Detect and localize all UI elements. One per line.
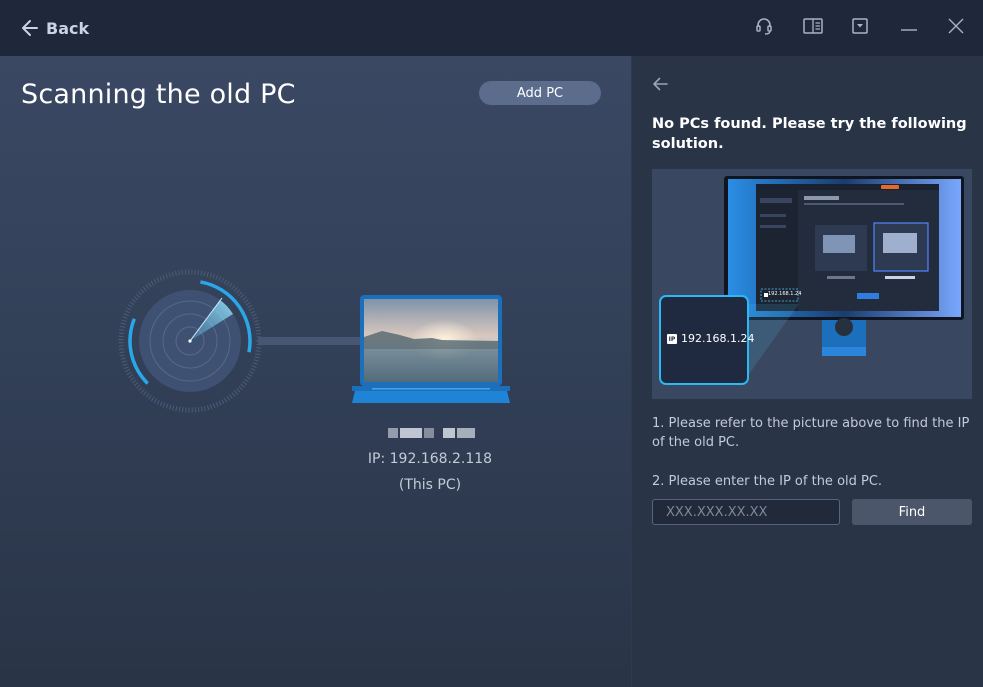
title-bar: Back — [0, 0, 983, 56]
arrow-left-icon[interactable] — [651, 75, 669, 93]
dropdown-menu-icon[interactable] — [848, 14, 872, 38]
laptop-icon — [352, 295, 510, 403]
ip-badge-small: IP — [668, 336, 676, 343]
scan-panel: Scanning the old PC Add PC IP: 192.168.2… — [0, 56, 631, 687]
arrow-left-icon — [22, 20, 38, 36]
illustration-ip-value: 192.168.1.24 — [681, 332, 755, 345]
illustration-small-ip-value: 192.168.1.24 — [768, 291, 802, 297]
manual-icon[interactable] — [801, 14, 825, 38]
old-pc-ip-input[interactable] — [652, 499, 840, 525]
add-pc-button[interactable]: Add PC — [479, 81, 601, 105]
solution-panel: No PCs found. Please try the following s… — [631, 56, 983, 687]
connection-line — [258, 337, 362, 345]
pc-name-blurred — [388, 424, 478, 442]
no-pcs-found-heading: No PCs found. Please try the following s… — [652, 116, 967, 152]
minimize-icon[interactable] — [897, 14, 921, 38]
instruction-step-2: 2. Please enter the IP of the old PC. — [652, 474, 883, 489]
close-icon[interactable] — [944, 14, 968, 38]
headset-icon[interactable] — [752, 14, 776, 38]
page-title: Scanning the old PC — [21, 79, 296, 110]
back-button[interactable]: Back — [20, 14, 89, 42]
pc-ip-address: IP: 192.168.2.118 — [367, 451, 493, 467]
instruction-step-1: 1. Please refer to the picture above to … — [652, 416, 970, 450]
back-label: Back — [46, 18, 90, 38]
find-button[interactable]: Find — [852, 499, 972, 525]
find-ip-illustration: IP 192.168.1.24 192.168.1.24 — [652, 169, 972, 399]
radar-scanner-icon — [118, 269, 262, 413]
pc-this-pc-label: (This PC) — [398, 477, 462, 493]
